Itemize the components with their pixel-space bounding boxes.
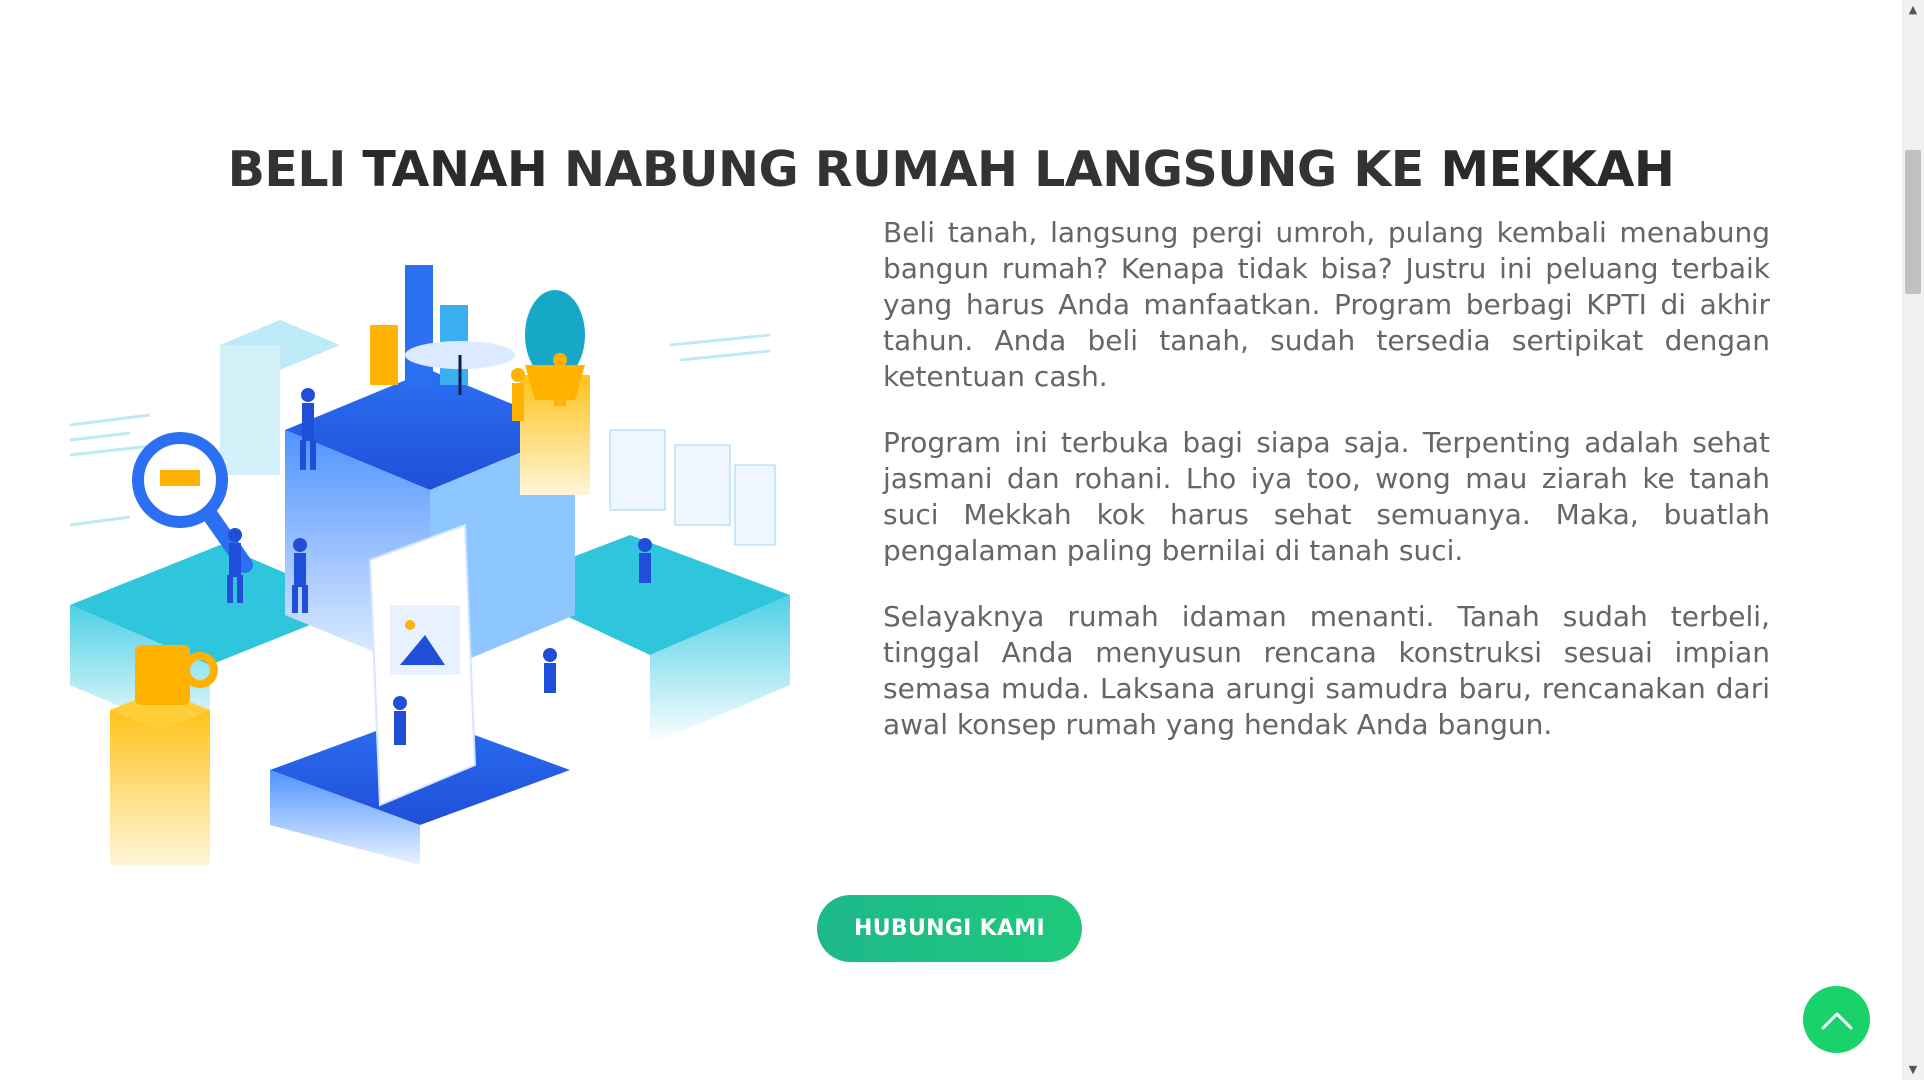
isometric-team-illustration xyxy=(69,225,790,865)
heading-part2: NABUNG RUMAH LANGSUNG KE xyxy=(547,140,1441,198)
scrollbar-thumb[interactable] xyxy=(1905,150,1921,294)
paragraph-3: Selayaknya rumah idaman menanti. Tanah s… xyxy=(883,600,1770,741)
chevron-up-icon xyxy=(1821,1012,1852,1029)
heading-part1: BELI xyxy=(227,140,363,198)
triangle-down-icon[interactable]: ▼ xyxy=(1902,1060,1924,1080)
page-heading: BELI TANAH NABUNG RUMAH LANGSUNG KE MEKK… xyxy=(0,141,1902,198)
scroll-to-top-button[interactable] xyxy=(1803,986,1870,1053)
triangle-up-icon[interactable]: ▲ xyxy=(1902,0,1924,20)
paragraph-2: Program ini terbuka bagi siapa saja. Ter… xyxy=(883,426,1770,567)
vertical-scrollbar[interactable]: ▲ ▼ xyxy=(1902,0,1924,1080)
contact-us-button[interactable]: HUBUNGI KAMI xyxy=(817,895,1082,962)
heading-bold-mekkah: MEKKAH xyxy=(1440,140,1675,198)
heading-bold-tanah: TANAH xyxy=(362,140,548,198)
description-text: Beli tanah, langsung pergi umroh, pulang… xyxy=(883,215,1770,773)
paragraph-1: Beli tanah, langsung pergi umroh, pulang… xyxy=(883,216,1770,393)
